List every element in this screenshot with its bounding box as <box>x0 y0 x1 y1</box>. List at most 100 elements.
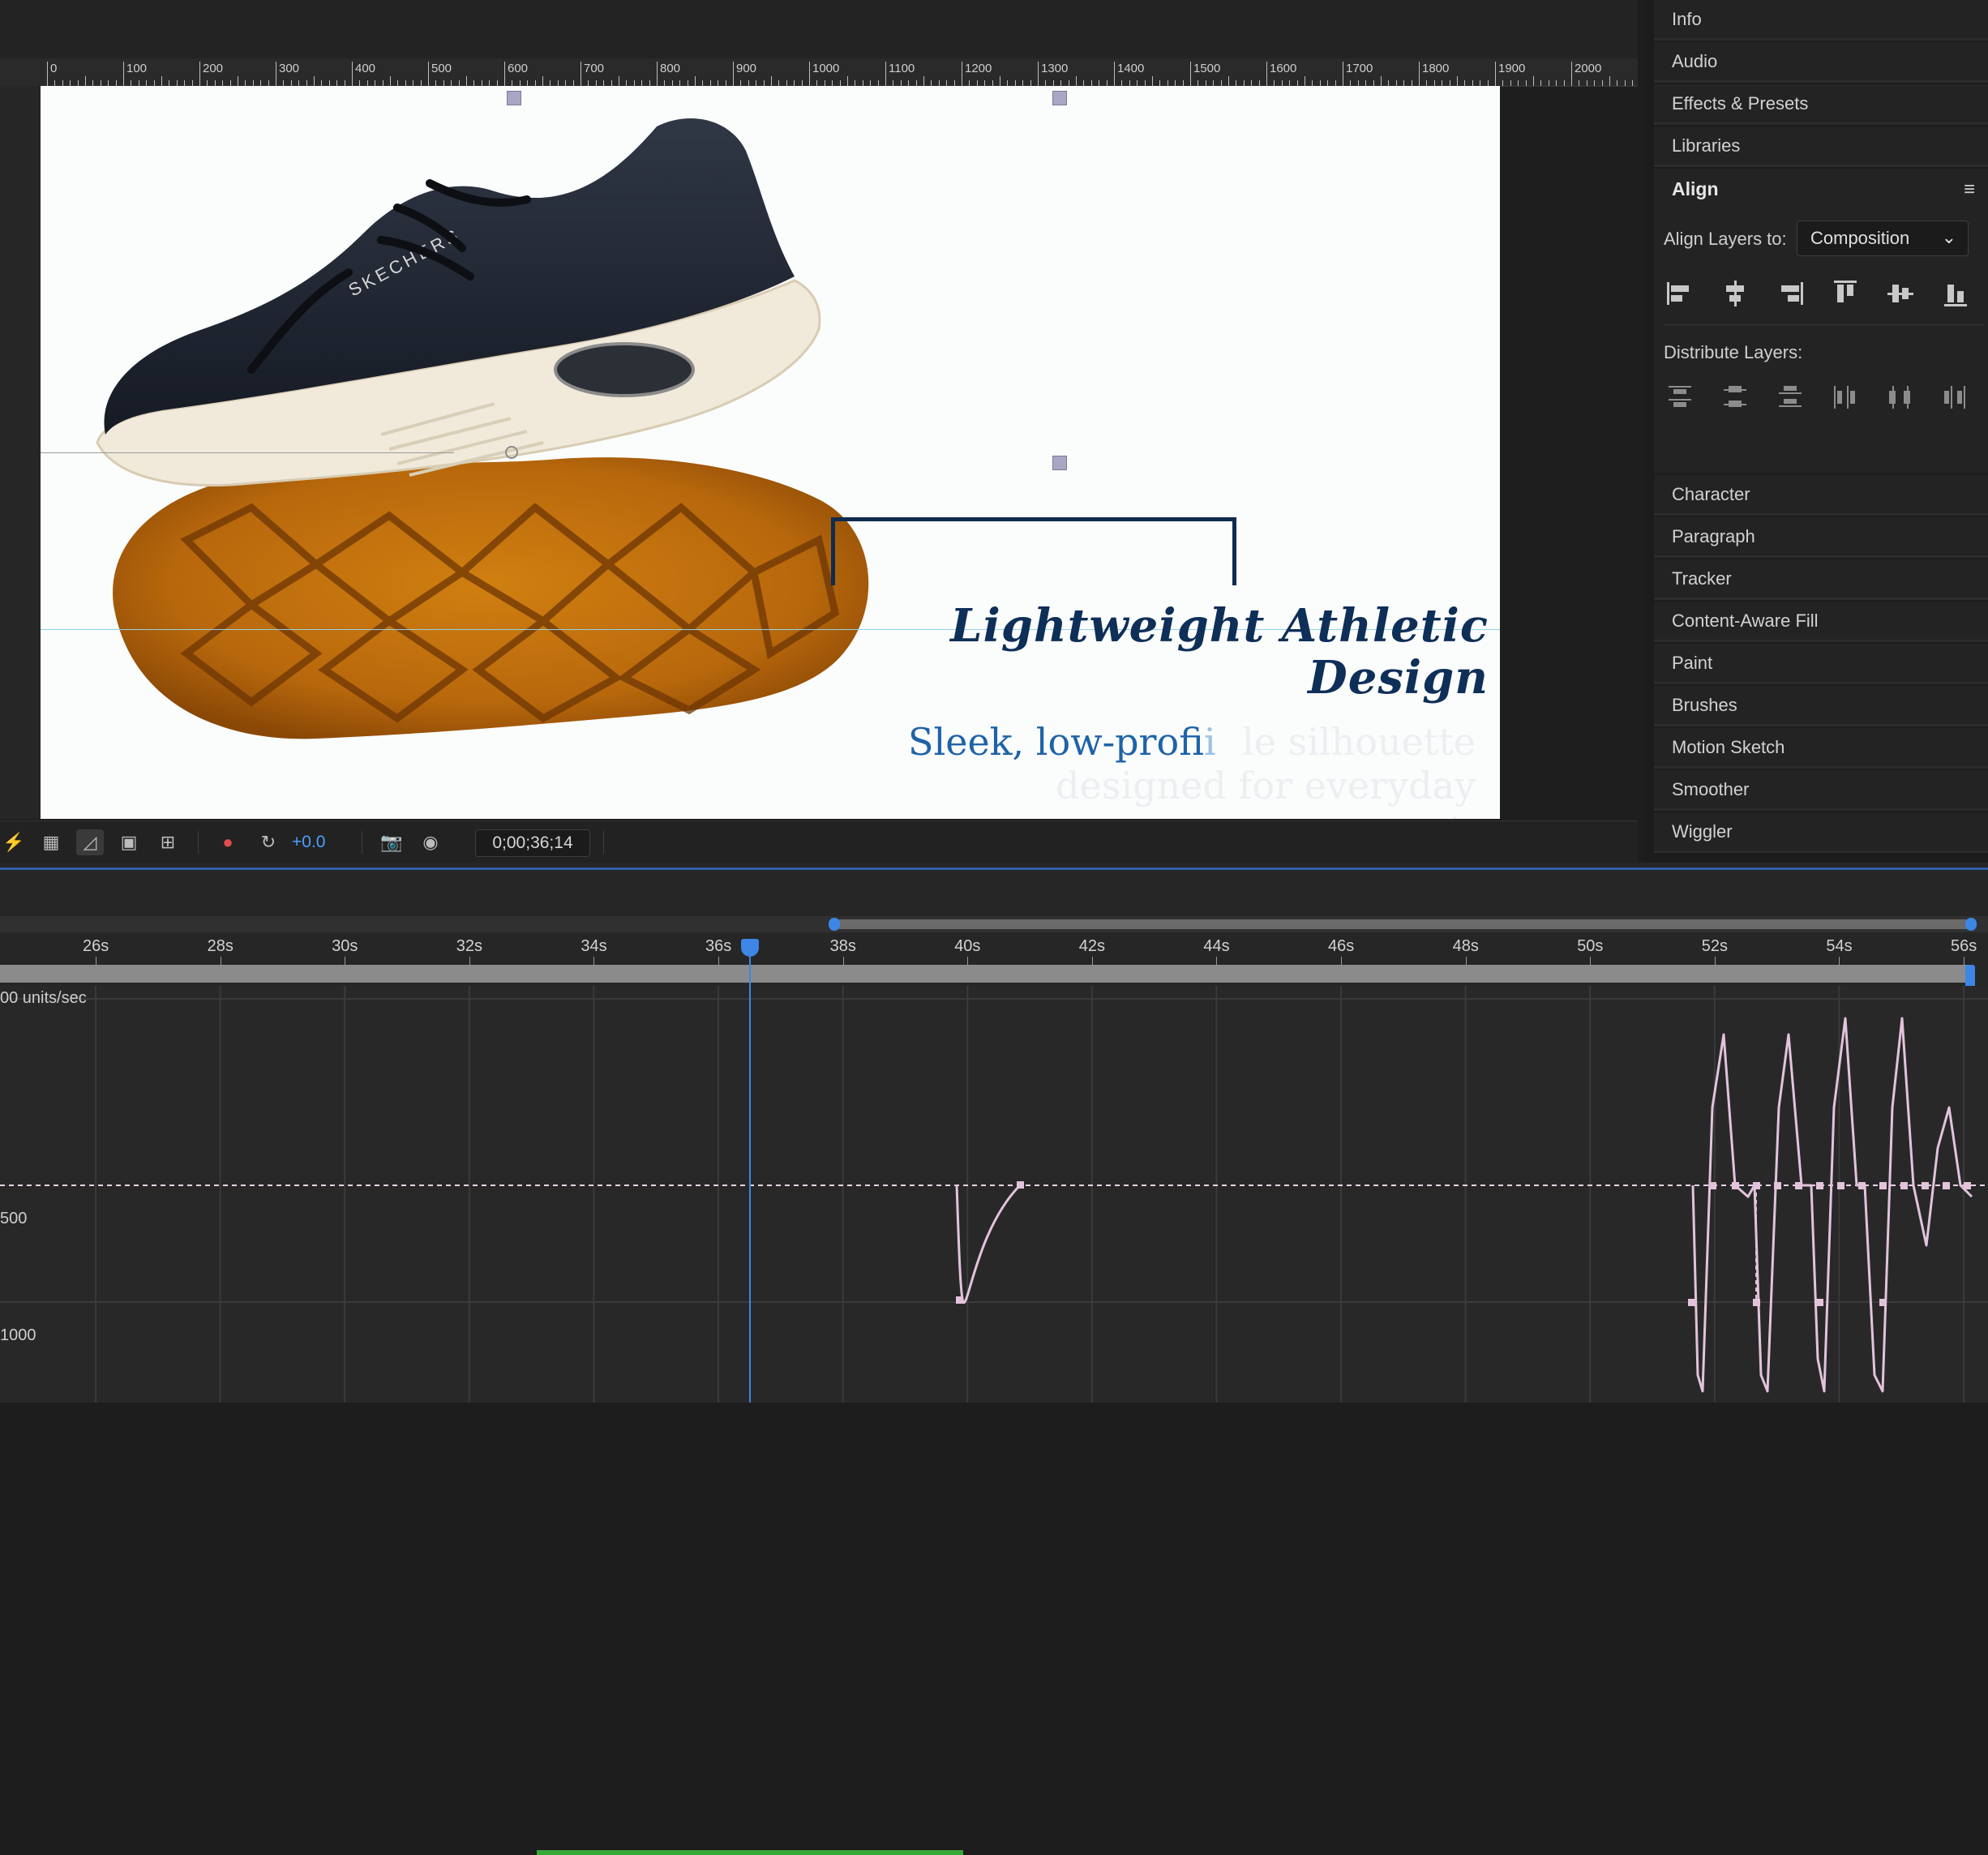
keyframe-marker[interactable] <box>1753 1182 1760 1189</box>
ruler-tick <box>1525 80 1527 86</box>
composition-canvas[interactable]: SKECHERS Lightweight Athletic Design le … <box>41 86 1500 819</box>
panel-menu-icon[interactable]: ≡ <box>1964 178 1975 201</box>
keyframe-marker[interactable] <box>1837 1182 1844 1189</box>
panel-tab-paint[interactable]: Paint <box>1654 644 1988 684</box>
keyframe-marker[interactable] <box>1732 1182 1739 1189</box>
align-bottom-icon[interactable] <box>1939 277 1972 310</box>
keyframe-marker[interactable] <box>1688 1299 1695 1306</box>
time-ruler[interactable]: 26s 28s 30s 32s 34s 36s 38s 40s 42s 44s 46s 48s 50s 5… <box>0 934 1988 965</box>
keyframe-marker[interactable] <box>1017 1181 1024 1189</box>
current-time-display[interactable]: 0;00;36;14 <box>475 829 590 857</box>
time-label: 28s <box>207 937 234 955</box>
distribute-top-icon[interactable] <box>1664 381 1696 413</box>
panel-tab-brushes[interactable]: Brushes <box>1654 686 1988 726</box>
ruler-tick <box>1007 80 1009 86</box>
panel-tab-effects-presets[interactable]: Effects & Presets <box>1654 84 1988 125</box>
work-area-start-handle[interactable] <box>829 918 840 931</box>
align-left-icon[interactable] <box>1664 277 1696 310</box>
layer-duration-bar[interactable] <box>0 965 1970 983</box>
layer-end-handle[interactable] <box>1965 965 1975 987</box>
ruler-tick <box>405 80 406 86</box>
horizontal-ruler[interactable]: 0 100 200 300 400 500 600 700 800 900 1000 1100 1200… <box>0 58 1638 87</box>
work-area-bar[interactable] <box>835 919 1970 929</box>
grid-and-guides-icon[interactable]: ⊞ <box>154 829 182 855</box>
transform-handle-top-right[interactable] <box>1052 91 1067 105</box>
ruler-tick <box>1419 62 1420 86</box>
ruler-tick <box>870 80 872 86</box>
align-top-icon[interactable] <box>1829 277 1862 310</box>
ruler-tick <box>390 76 391 86</box>
panel-tab-character[interactable]: Character <box>1654 475 1988 516</box>
keyframe-marker[interactable] <box>1943 1182 1950 1189</box>
color-channels-icon[interactable]: ● <box>214 829 242 855</box>
distribute-left-icon[interactable] <box>1829 381 1862 413</box>
subline-fading-char: i <box>1203 720 1216 764</box>
ruler-tick <box>534 80 536 86</box>
ruler-tick <box>1296 80 1298 86</box>
keyframe-marker[interactable] <box>1816 1299 1823 1306</box>
keyframe-marker[interactable] <box>1964 1182 1971 1189</box>
ruler-tick <box>359 80 361 86</box>
align-right-icon[interactable] <box>1774 277 1806 310</box>
panel-tab-content-aware-fill[interactable]: Content-Aware Fill <box>1654 602 1988 642</box>
transform-handle-text-center[interactable] <box>1052 456 1067 470</box>
panel-tab-paragraph[interactable]: Paragraph <box>1654 517 1988 558</box>
panel-tab-tracker[interactable]: Tracker <box>1654 559 1988 600</box>
transform-handle-top-left[interactable] <box>507 91 521 105</box>
anchor-point-icon[interactable] <box>505 446 518 459</box>
snapshot-camera-icon[interactable]: 📷 <box>378 829 405 855</box>
show-snapshot-icon[interactable]: ◉ <box>417 829 444 855</box>
keyframe-marker[interactable] <box>1858 1182 1866 1189</box>
distribute-bottom-icon[interactable] <box>1774 381 1806 413</box>
current-time-indicator-head[interactable] <box>741 939 759 957</box>
shoe-image[interactable]: SKECHERS <box>41 86 892 751</box>
panel-tab-wiggler[interactable]: Wiggler <box>1654 812 1988 853</box>
value-graph[interactable]: 00 units/sec 500 1000 <box>0 986 1988 1403</box>
composition-viewer[interactable]: 0 100 200 300 400 500 600 700 800 900 1000 1100 1200… <box>0 0 1638 863</box>
ruler-tick <box>298 80 300 86</box>
ruler-tick <box>709 80 711 86</box>
keyframe-marker[interactable] <box>956 1296 963 1304</box>
selected-range-green <box>537 1850 963 1855</box>
ruler-tick <box>763 80 765 86</box>
ruler-tick <box>519 80 521 86</box>
align-vertical-center-icon[interactable] <box>1884 277 1917 310</box>
fast-previews-icon[interactable]: ⚡ <box>0 829 28 855</box>
keyframe-marker[interactable] <box>1774 1182 1781 1189</box>
region-of-interest-icon[interactable]: ▣ <box>115 829 143 855</box>
distribute-horizontal-center-icon[interactable] <box>1884 381 1917 413</box>
keyframe-marker[interactable] <box>1709 1182 1716 1189</box>
panel-tab-audio[interactable]: Audio <box>1654 42 1988 83</box>
ruler-label: 1400 <box>1117 62 1145 75</box>
ruler-tick <box>877 80 879 86</box>
ruler-tick <box>603 80 605 86</box>
panel-tab-libraries[interactable]: Libraries <box>1654 126 1988 167</box>
panel-tab-smoother[interactable]: Smoother <box>1654 770 1988 811</box>
mask-path-visibility-icon[interactable]: ◿ <box>76 829 104 855</box>
keyframe-marker[interactable] <box>1879 1182 1887 1189</box>
timeline-graph-editor[interactable]: 26s 28s 30s 32s 34s 36s 38s 40s 42s 44s 46s 48s 50s 5… <box>0 863 1988 1855</box>
reset-exposure-icon[interactable]: ↻ <box>255 829 282 855</box>
panel-tab-motion-sketch[interactable]: Motion Sketch <box>1654 728 1988 769</box>
keyframe-marker[interactable] <box>1753 1299 1760 1306</box>
align-panel-title[interactable]: Align <box>1672 178 1719 200</box>
panel-tab-info[interactable]: Info <box>1654 0 1988 41</box>
keyframe-marker[interactable] <box>1922 1182 1929 1189</box>
work-area-end-handle[interactable] <box>1965 918 1977 931</box>
distribute-vertical-center-icon[interactable] <box>1719 381 1751 413</box>
subline-text[interactable]: Sleek, low-profii <box>908 720 1476 764</box>
keyframe-marker[interactable] <box>1879 1299 1887 1306</box>
exposure-value[interactable]: +0.0 <box>292 833 325 852</box>
ruler-tick <box>153 80 155 86</box>
keyframe-marker[interactable] <box>1900 1182 1908 1189</box>
keyframe-marker[interactable] <box>1816 1182 1823 1189</box>
keyframe-marker[interactable] <box>1795 1182 1802 1189</box>
distribute-right-icon[interactable] <box>1939 381 1972 413</box>
graph-grid-and-curves[interactable] <box>0 986 1988 1403</box>
align-layers-to-dropdown[interactable]: Composition ⌄ <box>1797 221 1969 256</box>
ruler-tick <box>572 80 574 86</box>
align-horizontal-center-icon[interactable] <box>1719 277 1751 310</box>
title-bracket-shape[interactable] <box>831 517 1236 585</box>
headline-text[interactable]: Lightweight Athletic Design <box>884 600 1489 704</box>
transparency-grid-icon[interactable]: ▦ <box>37 829 65 855</box>
